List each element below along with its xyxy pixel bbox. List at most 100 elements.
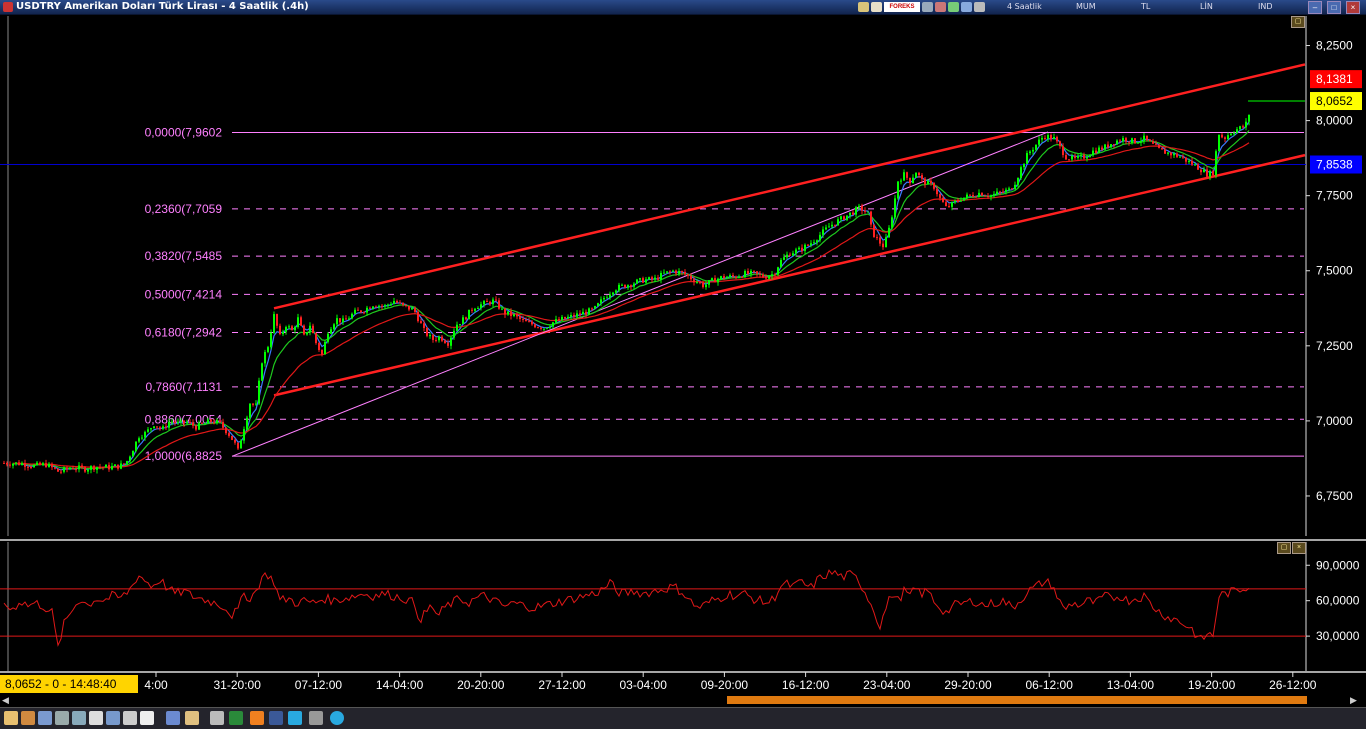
candle-body	[33, 464, 35, 468]
candle-body	[441, 336, 443, 341]
candle-body	[687, 274, 689, 276]
scroll-right-arrow[interactable]: ▶	[1350, 695, 1358, 706]
candle-body	[1080, 154, 1082, 156]
grid-icon[interactable]	[72, 711, 86, 725]
candle-body	[1017, 178, 1019, 185]
candle-body	[204, 423, 206, 425]
candle-body	[633, 283, 635, 287]
rsi-lock-icon[interactable]: ▢	[1277, 542, 1291, 554]
candle-body	[108, 464, 110, 470]
scale-selector[interactable]: LİN	[1200, 0, 1213, 14]
line-icon[interactable]	[38, 711, 52, 725]
candle-body	[771, 274, 773, 277]
time-tick-label: 26-12:00	[1269, 678, 1317, 692]
maximize-button[interactable]: □	[1327, 1, 1341, 14]
folder-icon[interactable]	[185, 711, 199, 725]
candle-body	[897, 181, 899, 199]
scroll-thumb[interactable]	[727, 696, 1307, 704]
period-selector[interactable]: 4 Saatlik	[1007, 0, 1042, 14]
chart-canvas: 0,0000(7,9602 0,2360(7,7059 0,3820(7,5485 0…	[0, 14, 1366, 692]
area-icon[interactable]	[55, 711, 69, 725]
candle-body	[615, 290, 617, 293]
candle-body	[36, 462, 38, 465]
facebook-icon[interactable]	[269, 711, 283, 725]
candle-body	[900, 180, 902, 182]
candle-body	[1194, 164, 1196, 166]
candle-body	[444, 340, 446, 344]
candle-body	[258, 380, 260, 404]
time-tick-label: 27-12:00	[538, 678, 586, 692]
candle-body	[1212, 171, 1214, 176]
horizontal-scrollbar[interactable]: ◀ ▶	[0, 695, 1366, 706]
candle-body	[315, 333, 317, 344]
candle-body	[135, 441, 137, 451]
candle-body	[648, 277, 650, 280]
tag-icon[interactable]	[106, 711, 120, 725]
candle-body	[732, 275, 734, 277]
candle-body	[207, 419, 209, 424]
tools-icon[interactable]	[309, 711, 323, 725]
candle-body	[1074, 155, 1076, 158]
candle-body	[525, 319, 527, 322]
candle-icon[interactable]	[4, 711, 18, 725]
link-icon[interactable]	[961, 2, 972, 12]
share-icon[interactable]	[250, 711, 264, 725]
candle-body	[414, 307, 416, 312]
candle-body	[1128, 141, 1130, 143]
print-icon[interactable]	[123, 711, 137, 725]
chart-type-selector[interactable]: MUM	[1076, 0, 1096, 14]
rsi-series-line	[3, 569, 1250, 647]
pane-lock-icon[interactable]: ▢	[1291, 16, 1305, 28]
candle-body	[600, 299, 602, 304]
currency-selector[interactable]: TL	[1141, 0, 1150, 14]
candle-body	[1173, 153, 1175, 156]
close-button[interactable]: ×	[1346, 1, 1360, 14]
candle-body	[408, 305, 410, 310]
settings-icon[interactable]	[858, 2, 869, 12]
excel-icon[interactable]	[229, 711, 243, 725]
candle-body	[909, 177, 911, 184]
twitter-icon[interactable]	[288, 711, 302, 725]
candle-body	[27, 466, 29, 468]
candle-body	[660, 272, 662, 280]
delete-icon[interactable]	[935, 2, 946, 12]
candle-body	[720, 276, 722, 279]
zoom-icon[interactable]	[89, 711, 103, 725]
candle-body	[369, 307, 371, 309]
rsi-close-icon[interactable]: ×	[1292, 542, 1306, 554]
printer-icon[interactable]	[210, 711, 224, 725]
candle-body	[675, 270, 677, 274]
candle-body	[711, 278, 713, 281]
pencil-icon[interactable]	[948, 2, 959, 12]
candle-body	[681, 270, 683, 272]
scroll-left-arrow[interactable]: ◀	[2, 695, 10, 706]
candle-body	[504, 308, 506, 315]
candle-body	[222, 421, 224, 428]
database-icon[interactable]	[166, 711, 180, 725]
bar-icon[interactable]	[21, 711, 35, 725]
candle-body	[678, 270, 680, 274]
candle-body	[1215, 151, 1217, 176]
indicator-selector[interactable]: IND	[1258, 0, 1273, 14]
grid-icon[interactable]	[922, 2, 933, 12]
candle-body	[750, 270, 752, 274]
candle-body	[1185, 157, 1187, 162]
candle-body	[402, 302, 404, 305]
candle-body	[1083, 154, 1085, 159]
candle-body	[477, 308, 479, 310]
fib-label: 0,3820(7,5485	[145, 249, 223, 263]
candle-body	[432, 335, 434, 340]
telegram-icon[interactable]	[330, 711, 344, 725]
candle-body	[603, 297, 605, 300]
candle-body	[180, 420, 182, 422]
candle-body	[1008, 188, 1010, 190]
candle-body	[216, 420, 218, 424]
candle-body	[261, 363, 263, 381]
minimize-button[interactable]: –	[1308, 1, 1322, 14]
search-icon[interactable]	[974, 2, 985, 12]
candle-body	[351, 313, 353, 319]
document-icon[interactable]	[140, 711, 154, 725]
candle-body	[162, 426, 164, 429]
candle-body	[597, 303, 599, 307]
draw-icon[interactable]	[871, 2, 882, 12]
